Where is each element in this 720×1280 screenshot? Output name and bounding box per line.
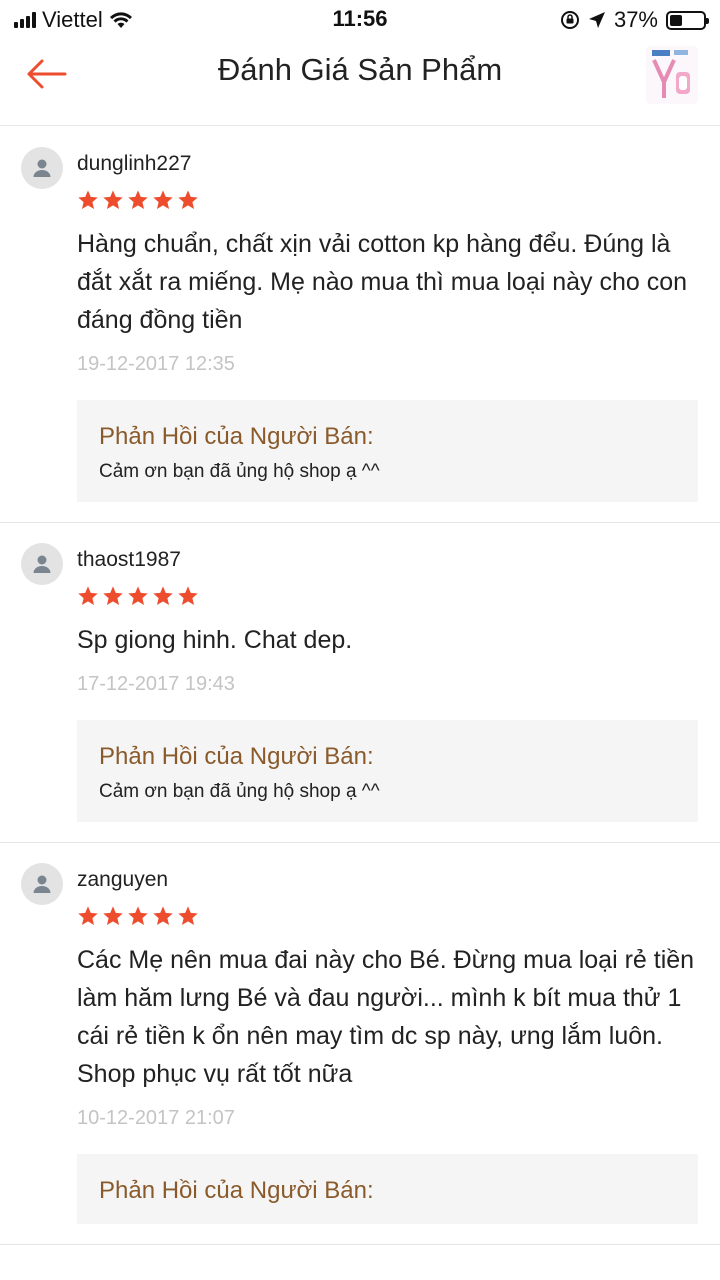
star-icon: [103, 190, 123, 209]
star-icon: [103, 906, 123, 925]
status-bar: Viettel 11:56 37%: [0, 0, 720, 38]
seller-reply: Phản Hồi của Người Bán:: [77, 1154, 698, 1224]
location-icon: [588, 12, 605, 28]
star-icon: [103, 586, 123, 605]
username: thaost1987: [77, 548, 181, 571]
page-title: Đánh Giá Sản Phẩm: [217, 52, 503, 87]
orientation-lock-icon: [560, 11, 579, 29]
battery-icon: [666, 10, 709, 30]
review-date: 17-12-2017 19:43: [77, 673, 235, 695]
star-icon: [153, 586, 173, 605]
signal-icon: [14, 12, 36, 28]
star-icon: [78, 906, 98, 925]
user-icon: [33, 555, 51, 573]
review-text: Các Mẹ nên mua đai này cho Bé. Đừng mua …: [77, 946, 695, 1088]
review-item: zanguyen Các Mẹ nên mua đai này cho Bé. Đ…: [0, 843, 720, 1245]
review-item: thaost1987 Sp giong hinh. Chat dep. 17-12-…: [0, 523, 720, 843]
star-rating: [77, 585, 698, 609]
star-icon: [153, 190, 173, 209]
star-icon: [78, 586, 98, 605]
username: zanguyen: [77, 868, 169, 891]
star-icon: [128, 586, 148, 605]
seller-reply-text: Cảm ơn bạn đã ủng hộ shop ạ ^^: [99, 461, 380, 482]
battery-level: [670, 14, 682, 26]
star-icon: [178, 586, 198, 605]
review-text: Hàng chuẩn, chất xịn vải cotton kp hàng …: [77, 230, 688, 334]
carrier-info: Viettel: [14, 7, 133, 33]
username: dunglinh227: [77, 152, 192, 175]
avatar[interactable]: [21, 543, 63, 585]
review-body: thaost1987 Sp giong hinh. Chat dep. 17-12-…: [77, 545, 698, 822]
user-icon: [33, 875, 51, 893]
star-icon: [128, 906, 148, 925]
seller-reply: Phản Hồi của Người Bán: Cảm ơn bạn đã ủng…: [77, 720, 698, 822]
star-icon: [178, 190, 198, 209]
review-body: zanguyen Các Mẹ nên mua đai này cho Bé. Đ…: [77, 865, 698, 1224]
battery-percent: 37%: [613, 7, 658, 32]
wifi-icon: [109, 12, 132, 28]
star-icon: [128, 190, 148, 209]
review-body: dunglinh227 Hàng chuẩn, chất xịn vải cott…: [77, 149, 698, 502]
carrier-name: Viettel: [42, 7, 103, 32]
product-thumbnail[interactable]: [646, 46, 698, 104]
nav-bar: Đánh Giá Sản Phẩm: [0, 38, 720, 126]
avatar[interactable]: [21, 863, 63, 905]
user-icon: [33, 159, 51, 177]
review-date: 19-12-2017 12:35: [77, 353, 235, 375]
avatar[interactable]: [21, 147, 63, 189]
seller-reply: Phản Hồi của Người Bán: Cảm ơn bạn đã ủng…: [77, 400, 698, 502]
star-rating: [77, 905, 698, 929]
review-item: dunglinh227 Hàng chuẩn, chất xịn vải cott…: [0, 127, 720, 523]
review-date: 10-12-2017 21:07: [77, 1107, 235, 1129]
review-list: dunglinh227 Hàng chuẩn, chất xịn vải cott…: [0, 127, 720, 1245]
seller-reply-title: Phản Hồi của Người Bán:: [99, 1177, 374, 1204]
seller-reply-title: Phản Hồi của Người Bán:: [99, 743, 374, 770]
star-icon: [78, 190, 98, 209]
review-text: Sp giong hinh. Chat dep.: [77, 626, 353, 654]
seller-reply-title: Phản Hồi của Người Bán:: [99, 423, 374, 450]
star-icon: [153, 906, 173, 925]
seller-reply-text: Cảm ơn bạn đã ủng hộ shop ạ ^^: [99, 781, 380, 802]
star-rating: [77, 189, 698, 213]
status-right: 37%: [560, 7, 709, 33]
star-icon: [178, 906, 198, 925]
